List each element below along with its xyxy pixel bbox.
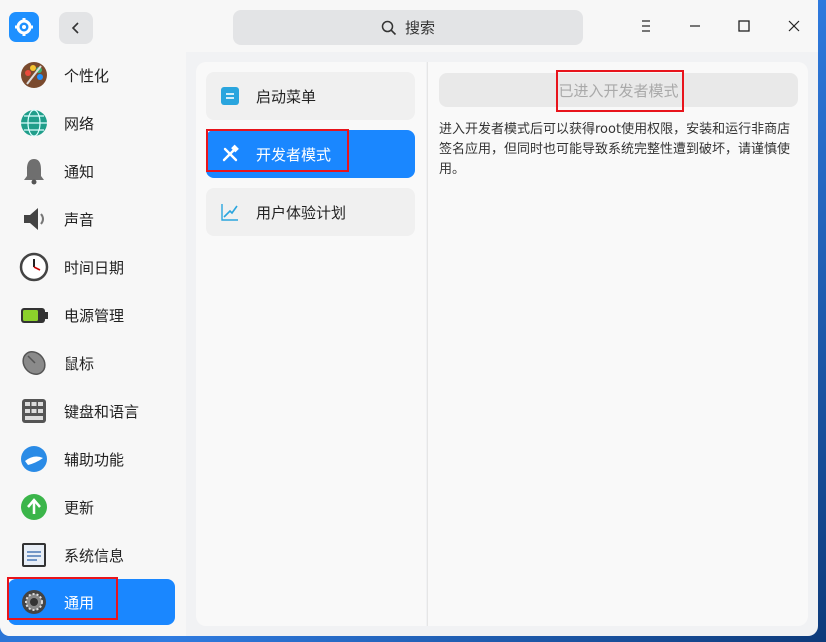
sidebar-item-system-info[interactable]: 系统信息 [8, 532, 175, 578]
search-icon [381, 20, 397, 35]
maximize-button[interactable] [732, 14, 756, 38]
sidebar-item-label: 电源管理 [64, 306, 125, 325]
sidebar-item-update[interactable]: 更新 [8, 484, 175, 530]
chevron-left-icon [71, 22, 79, 34]
sidebar-item-label: 个性化 [64, 66, 110, 85]
subnav-item-label: 用户体验计划 [256, 203, 347, 222]
sidebar-item-mouse[interactable]: 鼠标 [8, 340, 175, 386]
sidebar-item-general[interactable]: 通用 [8, 579, 175, 625]
sidebar: 个性化 网络 通知 声音 时间日期 电源管理 鼠标 键盘和语言 辅助功能 更新 … [0, 52, 186, 636]
general-subnav: 启动菜单 开发者模式 用户体验计划 [196, 62, 426, 626]
subnav-item-label: 开发者模式 [256, 145, 332, 164]
subnav-item-label: 启动菜单 [256, 87, 317, 106]
clock-icon [18, 251, 50, 283]
settings-window: 搜索 个性化 网络 通知 声音 时间日期 电源管理 鼠标 键盘和语言 辅助功能 … [0, 0, 818, 636]
sidebar-item-label: 网络 [64, 114, 95, 133]
sidebar-item-label: 鼠标 [64, 354, 95, 373]
subnav-item-user-experience[interactable]: 用户体验计划 [206, 188, 415, 236]
sidebar-item-power[interactable]: 电源管理 [8, 292, 175, 338]
close-button[interactable] [782, 14, 806, 38]
sidebar-item-label: 时间日期 [64, 258, 125, 277]
personalization-icon [18, 59, 50, 91]
developer-mode-panel: 已进入开发者模式 进入开发者模式后可以获得root使用权限，安装和运行非商店签名… [427, 62, 808, 626]
minimize-icon [690, 25, 700, 27]
subnav-item-developer-mode[interactable]: 开发者模式 [206, 130, 415, 178]
minimize-button[interactable] [683, 14, 707, 38]
sidebar-item-label: 辅助功能 [64, 450, 125, 469]
sidebar-item-sound[interactable]: 声音 [8, 196, 175, 242]
close-icon [788, 20, 800, 32]
subnav-item-boot-menu[interactable]: 启动菜单 [206, 72, 415, 120]
sidebar-item-notifications[interactable]: 通知 [8, 148, 175, 194]
sidebar-item-label: 键盘和语言 [64, 402, 140, 421]
maximize-icon [738, 20, 750, 32]
sidebar-item-label: 通用 [64, 593, 95, 612]
enter-developer-mode-button[interactable]: 已进入开发者模式 [439, 73, 798, 107]
sidebar-item-personalization[interactable]: 个性化 [8, 52, 175, 98]
network-icon [18, 107, 50, 139]
sidebar-item-label: 更新 [64, 498, 95, 517]
settings-app-icon [9, 12, 39, 42]
sidebar-item-accessibility[interactable]: 辅助功能 [8, 436, 175, 482]
menu-button[interactable] [634, 14, 658, 38]
accessibility-icon [18, 443, 50, 475]
chart-trend-icon [220, 202, 240, 222]
developer-mode-description: 进入开发者模式后可以获得root使用权限，安装和运行非商店签名应用，但同时也可能… [439, 122, 791, 177]
sidebar-item-label: 通知 [64, 162, 95, 181]
keyboard-icon [18, 395, 50, 427]
tools-icon [220, 144, 240, 164]
search-input[interactable]: 搜索 [233, 10, 583, 45]
gear-icon [18, 586, 50, 618]
bell-icon [18, 155, 50, 187]
battery-icon [18, 299, 50, 331]
system-info-icon [18, 539, 50, 571]
sidebar-item-datetime[interactable]: 时间日期 [8, 244, 175, 290]
update-icon [18, 491, 50, 523]
back-button[interactable] [59, 12, 93, 44]
sidebar-item-label: 系统信息 [64, 546, 125, 565]
title-bar: 搜索 [0, 0, 818, 52]
sidebar-item-label: 声音 [64, 210, 95, 229]
mouse-icon [18, 347, 50, 379]
sidebar-item-keyboard[interactable]: 键盘和语言 [8, 388, 175, 434]
menu-icon [642, 20, 650, 32]
speaker-icon [18, 203, 50, 235]
search-label: 搜索 [404, 19, 435, 37]
boot-menu-icon [220, 86, 240, 106]
sidebar-item-network[interactable]: 网络 [8, 100, 175, 146]
